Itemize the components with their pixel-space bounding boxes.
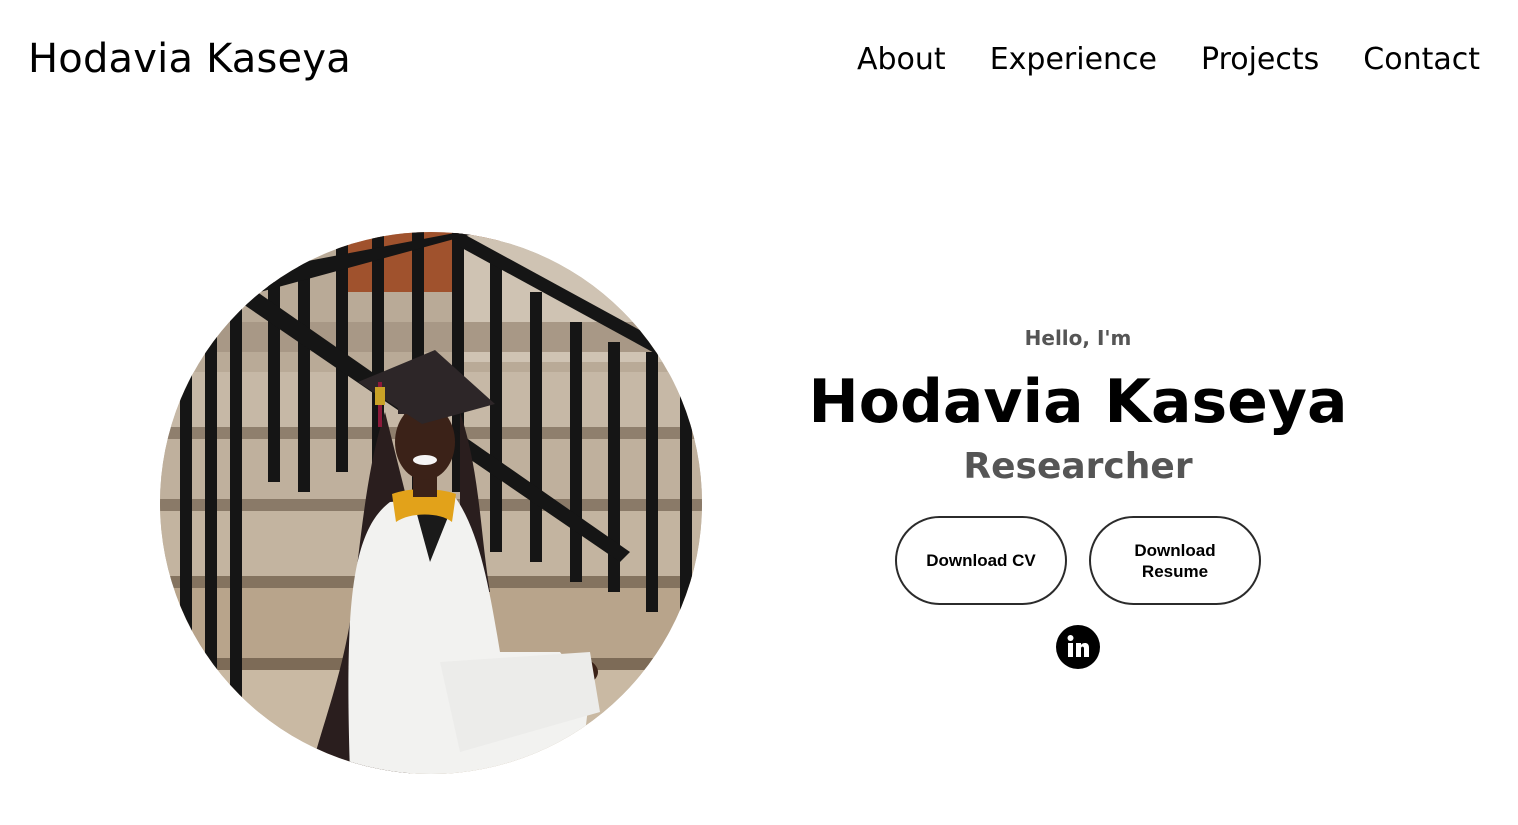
hero-buttons: Download CV Download Resume <box>778 516 1378 605</box>
download-cv-button[interactable]: Download CV <box>895 516 1067 605</box>
site-logo[interactable]: Hodavia Kaseya <box>28 33 351 85</box>
hero-name: Hodavia Kaseya <box>808 367 1348 437</box>
profile-photo-illustration <box>160 232 702 774</box>
nav-link-projects[interactable]: Projects <box>1201 38 1319 82</box>
profile-photo <box>160 232 702 774</box>
hero-greeting: Hello, I'm <box>1024 326 1132 350</box>
nav-link-about[interactable]: About <box>857 38 946 82</box>
site-header: Hodavia Kaseya About Experience Projects… <box>0 0 1518 120</box>
social-links <box>778 625 1378 669</box>
hero-role: Researcher <box>963 446 1193 487</box>
nav-link-contact[interactable]: Contact <box>1363 38 1480 82</box>
nav-link-experience[interactable]: Experience <box>990 38 1157 82</box>
linkedin-icon[interactable] <box>1056 625 1100 669</box>
download-resume-button[interactable]: Download Resume <box>1089 516 1261 605</box>
main-nav: About Experience Projects Contact <box>857 38 1480 82</box>
hero-section: Hello, I'm Hodavia Kaseya Researcher Dow… <box>778 318 1378 669</box>
